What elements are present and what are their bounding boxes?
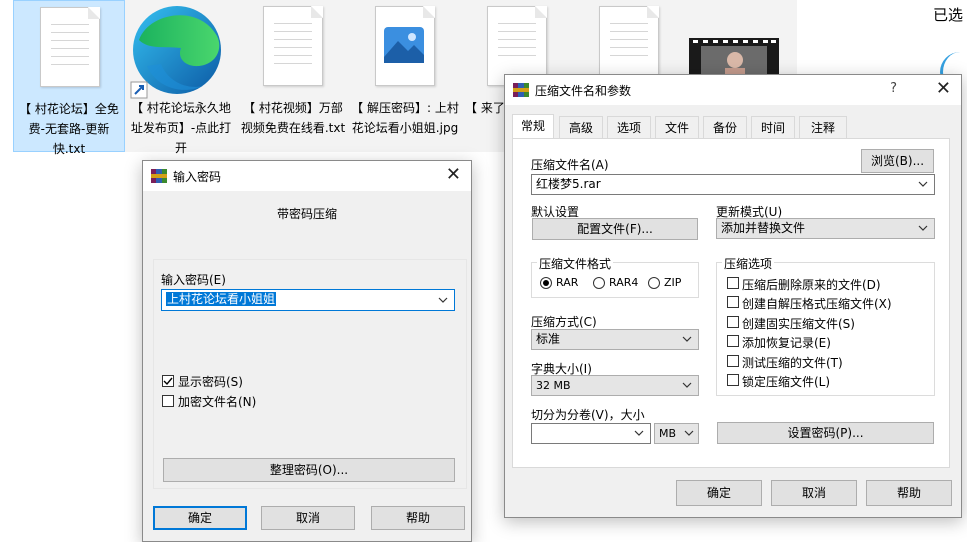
password-dialog-titlebar: 输入密码 ✕ <box>143 161 471 191</box>
tab-advanced[interactable]: 高级 <box>559 116 603 138</box>
update-mode-select[interactable]: 添加并替换文件 <box>716 218 935 239</box>
file-caption: 【 解压密码】: 上村花论坛看小姐姐.jpg <box>351 101 459 135</box>
archive-dialog-title: 压缩文件名和参数 <box>535 84 632 98</box>
set-password-button[interactable]: 设置密码(P)... <box>717 422 934 444</box>
checkmark-icon <box>163 377 173 386</box>
option-delete-after-label: 压缩后删除原来的文件(D) <box>742 278 881 292</box>
archive-cancel-button[interactable]: 取消 <box>771 480 857 506</box>
option-solid-label: 创建固实压缩文件(S) <box>742 317 855 331</box>
update-mode-value: 添加并替换文件 <box>721 221 806 235</box>
chevron-down-icon[interactable] <box>683 427 695 439</box>
desktop-file[interactable]: 【 村花论坛】全免费-无套路-更新快.txt <box>13 0 125 156</box>
organize-passwords-button[interactable]: 整理密码(O)... <box>163 458 455 482</box>
image-file-icon <box>349 6 461 94</box>
option-checkbox-sfx[interactable] <box>727 296 739 308</box>
winrar-icon <box>513 83 529 97</box>
option-checkbox-lock[interactable] <box>727 374 739 386</box>
compression-method-value: 标准 <box>536 332 561 346</box>
chevron-down-icon[interactable] <box>633 427 645 439</box>
chevron-down-icon[interactable] <box>681 333 693 345</box>
tab-backup[interactable]: 备份 <box>703 116 747 138</box>
text-document-icon <box>237 6 349 94</box>
chevron-down-icon[interactable] <box>437 294 449 306</box>
selection-status: 已选 <box>932 6 963 24</box>
split-unit-value: MB <box>659 427 677 440</box>
password-dialog-subtitle: 带密码压缩 <box>276 207 337 221</box>
option-sfx-label: 创建自解压格式压缩文件(X) <box>742 297 892 311</box>
show-password-label: 显示密码(S) <box>178 375 243 389</box>
format-rar-label: RAR <box>556 276 579 289</box>
compression-method-select[interactable]: 标准 <box>531 329 699 350</box>
desktop-file[interactable]: 【 解压密码】: 上村花论坛看小姐姐.jpg <box>349 0 461 152</box>
archive-help-button[interactable]: 帮助 <box>866 480 952 506</box>
dictionary-size-value: 32 MB <box>536 379 571 392</box>
password-value: 上村花论坛看小姐姐 <box>166 292 277 306</box>
tab-files[interactable]: 文件 <box>655 116 699 138</box>
option-lock-label: 锁定压缩文件(L) <box>742 375 831 389</box>
browse-button[interactable]: 浏览(B)... <box>861 149 934 173</box>
option-checkbox-solid[interactable] <box>727 316 739 328</box>
help-icon[interactable]: ? <box>890 81 897 96</box>
tab-time[interactable]: 时间 <box>751 116 795 138</box>
help-button[interactable]: 帮助 <box>371 506 465 530</box>
chevron-down-icon[interactable] <box>917 222 929 234</box>
format-rar4-label: RAR4 <box>609 276 639 289</box>
close-icon[interactable]: ✕ <box>446 165 461 185</box>
tab-options[interactable]: 选项 <box>607 116 651 138</box>
archive-dialog-titlebar: 压缩文件名和参数 ? ✕ <box>505 75 961 105</box>
format-zip-label: ZIP <box>664 276 682 289</box>
text-document-icon <box>14 7 124 95</box>
option-checkbox-recovery[interactable] <box>727 335 739 347</box>
desktop-file[interactable]: 【 村花论坛永久地址发布页】-点此打开 <box>125 0 237 155</box>
winrar-icon <box>151 169 167 183</box>
edge-browser-icon <box>125 6 237 99</box>
ok-button[interactable]: 确定 <box>153 506 247 530</box>
split-unit-select[interactable]: MB <box>654 423 699 444</box>
format-radio-zip[interactable] <box>648 277 660 289</box>
password-dialog-title: 输入密码 <box>173 170 222 184</box>
desktop-file[interactable]: 【 村花视频】万部视频免费在线看.txt <box>237 0 349 152</box>
show-password-checkbox[interactable] <box>162 375 174 387</box>
tab-general[interactable]: 常规 <box>512 114 554 138</box>
archive-name-value: 红楼梦5.rar <box>536 177 601 191</box>
close-icon[interactable]: ✕ <box>936 79 951 99</box>
option-test-label: 测试压缩的文件(T) <box>742 356 843 370</box>
chevron-down-icon[interactable] <box>681 379 693 391</box>
file-caption: 【 村花论坛】全免费-无套路-更新快.txt <box>19 102 119 156</box>
format-radio-rar4[interactable] <box>593 277 605 289</box>
dictionary-size-select[interactable]: 32 MB <box>531 375 699 396</box>
split-volumes-label: 切分为分卷(V)，大小 <box>531 408 645 422</box>
chevron-down-icon[interactable] <box>917 178 929 190</box>
password-input[interactable]: 上村花论坛看小姐姐 <box>161 289 455 311</box>
option-checkbox-test[interactable] <box>727 355 739 367</box>
cancel-button[interactable]: 取消 <box>261 506 355 530</box>
option-checkbox-delete-after[interactable] <box>727 277 739 289</box>
archive-ok-button[interactable]: 确定 <box>676 480 762 506</box>
tab-comment[interactable]: 注释 <box>799 116 847 138</box>
encrypt-filenames-checkbox[interactable] <box>162 395 174 407</box>
split-volumes-input[interactable] <box>531 423 651 444</box>
format-radio-rar[interactable] <box>540 277 552 289</box>
file-caption: 【 村花视频】万部视频免费在线看.txt <box>240 101 346 135</box>
archive-options-label: 压缩选项 <box>722 255 775 272</box>
compression-method-label: 压缩方式(C) <box>531 315 597 329</box>
password-dialog: 输入密码 ✕ 带密码压缩 输入密码(E) 上村花论坛看小姐姐 显示密码(S) 加… <box>142 160 472 542</box>
archive-name-label: 压缩文件名(A) <box>531 158 609 172</box>
file-caption: 【 村花论坛永久地址发布页】-点此打开 <box>130 101 232 155</box>
profiles-button[interactable]: 配置文件(F)... <box>532 218 698 240</box>
encrypt-filenames-label: 加密文件名(N) <box>178 395 257 409</box>
option-recovery-label: 添加恢复记录(E) <box>742 336 831 350</box>
archive-format-label: 压缩文件格式 <box>537 255 614 272</box>
password-label: 输入密码(E) <box>161 273 226 287</box>
archive-name-input[interactable]: 红楼梦5.rar <box>531 174 935 195</box>
